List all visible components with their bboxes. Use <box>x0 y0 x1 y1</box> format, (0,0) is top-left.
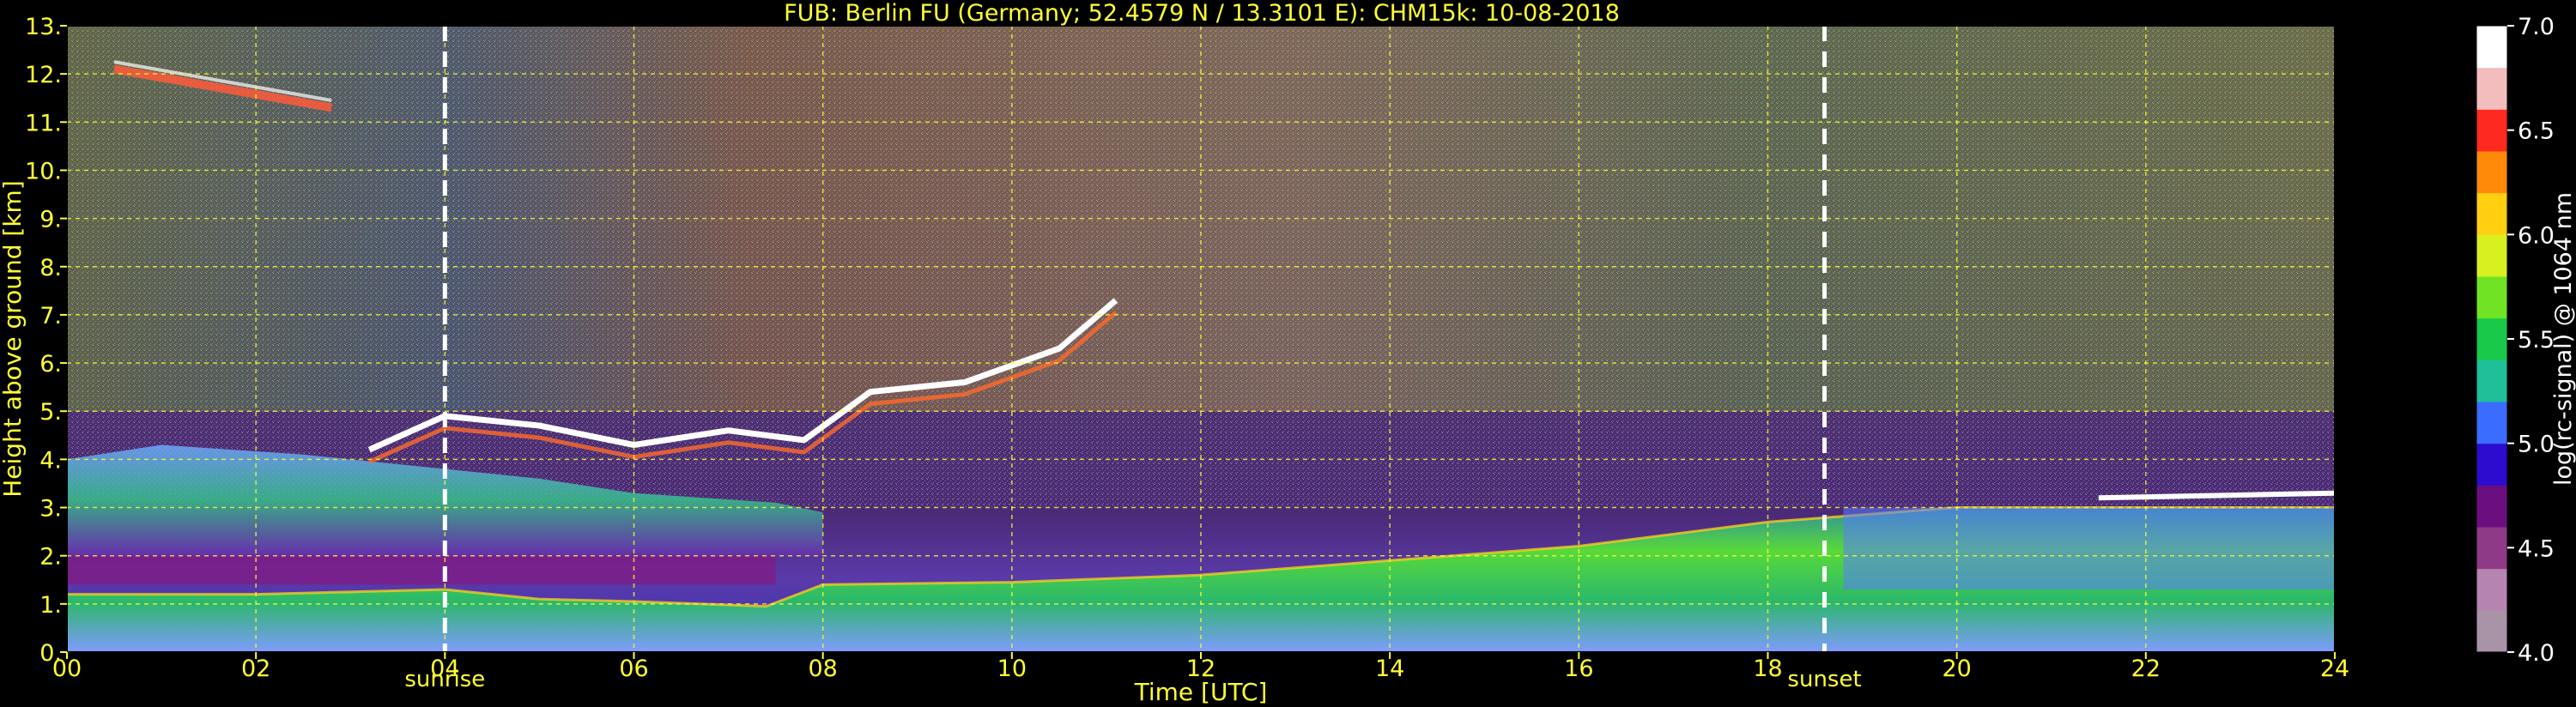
colorbar-tick-label: 6.0 <box>2518 222 2555 249</box>
x-tick-label: 04 <box>430 656 459 682</box>
x-axis-label: Time [UTC] <box>1134 678 1268 706</box>
colorbar: 4.0 4.5 5.0 5.5 6.0 6.5 7.0 log(rc-signal) @ 10… <box>2476 14 2576 667</box>
x-tick-label: 16 <box>1564 656 1593 682</box>
colorbar-segment <box>2476 151 2507 194</box>
y-tick-label: 5. <box>39 399 62 426</box>
event-label-sunset: sunset <box>1787 667 1861 692</box>
y-tick-label: 0. <box>39 640 62 667</box>
x-tick-label: 14 <box>1375 656 1404 682</box>
colorbar-segment <box>2476 109 2507 152</box>
colorbar-segment <box>2476 317 2507 360</box>
y-axis-label: Height above ground [km] <box>0 180 27 498</box>
y-tick-label: 9. <box>39 207 62 233</box>
residual-layer-band <box>67 555 776 585</box>
colorbar-segment <box>2476 610 2507 653</box>
x-tick-label: 02 <box>241 656 270 682</box>
x-tick-label: 18 <box>1753 656 1782 682</box>
colorbar-segment <box>2476 192 2507 235</box>
colorbar-segment <box>2476 360 2507 402</box>
colorbar-tick-label: 6.5 <box>2518 118 2555 145</box>
colorbar-segment <box>2476 276 2507 319</box>
colorbar-segment <box>2476 67 2507 110</box>
y-tick-label: 11. <box>25 110 62 136</box>
y-tick-label: 6. <box>39 351 62 378</box>
x-tick-label: 22 <box>2131 656 2161 682</box>
colorbar-segment <box>2476 568 2507 611</box>
colorbar-tick-label: 7.0 <box>2518 14 2555 40</box>
colorbar-segment <box>2476 402 2507 444</box>
colorbar-tick-label: 5.5 <box>2518 327 2555 354</box>
colorbar-tick-label: 4.0 <box>2518 640 2555 667</box>
colorbar-tick-label: 4.5 <box>2518 535 2555 562</box>
colorbar-label: log(rc-signal) @ 1064 nm <box>2550 192 2576 486</box>
evening-aerosol <box>1843 507 2335 589</box>
colorbar-segment <box>2476 26 2507 69</box>
x-tick-label: 24 <box>2320 656 2349 682</box>
y-tick-label: 12. <box>25 62 62 88</box>
colorbar-segment <box>2476 527 2507 570</box>
y-tick-label: 10. <box>25 158 62 184</box>
y-tick-label: 4. <box>39 447 62 474</box>
y-tick-label: 7. <box>39 303 62 329</box>
y-tick-label: 2. <box>39 544 62 571</box>
colorbar-segment <box>2476 485 2507 528</box>
y-tick-label: 1. <box>39 592 62 619</box>
x-tick-label: 06 <box>619 656 648 682</box>
colorbar-segment <box>2476 443 2507 486</box>
lidar-chart: sunrise sunset 00 02 04 06 08 10 12 14 16 18 20 22 24 0… <box>0 0 2576 707</box>
chart-svg: sunrise sunset00 02 04 06 08 10 12 14 16 18 20 22 240… <box>0 0 2576 706</box>
x-tick-label: 20 <box>1942 656 1971 682</box>
x-tick-label: 08 <box>808 656 837 682</box>
x-tick-label: 10 <box>997 656 1027 682</box>
colorbar-segment <box>2476 234 2507 277</box>
y-tick-label: 13. <box>25 14 62 40</box>
y-tick-label: 8. <box>39 255 62 281</box>
colorbar-tick-label: 5.0 <box>2518 432 2555 458</box>
chart-title: FUB: Berlin FU (Germany; 52.4579 N / 13.… <box>784 0 1620 27</box>
y-tick-label: 3. <box>39 496 62 523</box>
